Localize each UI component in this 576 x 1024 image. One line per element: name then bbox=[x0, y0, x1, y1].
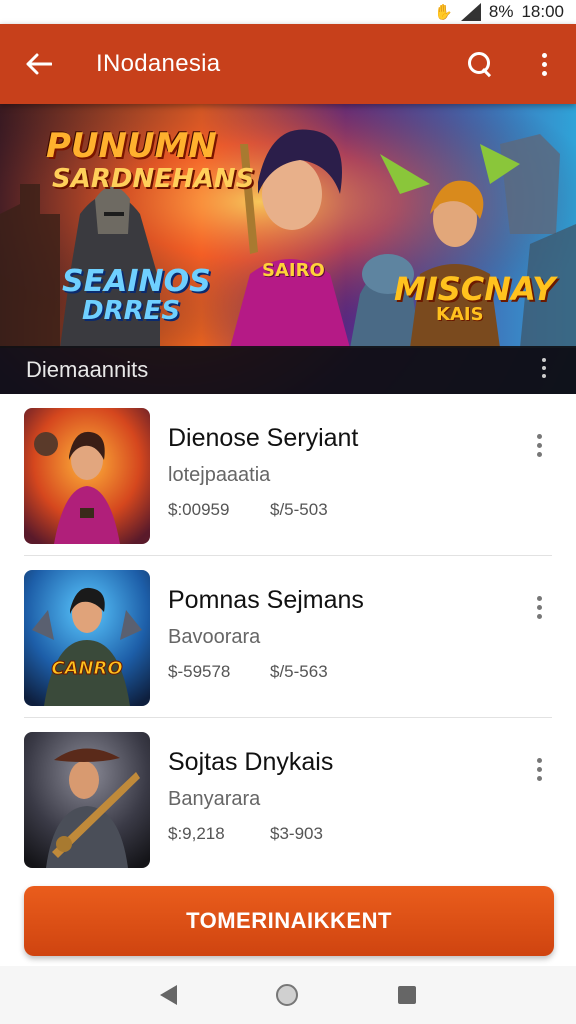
item-title: Pomnas Sejmans bbox=[168, 586, 364, 614]
back-arrow-icon[interactable] bbox=[0, 24, 78, 104]
item-price-secondary: $/5-563 bbox=[270, 662, 328, 681]
item-price-secondary: $/5-503 bbox=[270, 500, 328, 519]
banner-caption-bar: Diemaannits bbox=[0, 346, 576, 394]
item-subtitle: Bavoorara bbox=[168, 626, 261, 648]
game-thumbnail: CANRO bbox=[24, 570, 150, 706]
item-subtitle: Banyarara bbox=[168, 788, 261, 810]
search-icon bbox=[468, 52, 492, 76]
banner-art-text: SEAINOS bbox=[62, 264, 211, 299]
thumbnail-logo: CANRO bbox=[51, 658, 122, 679]
item-more-icon[interactable] bbox=[537, 596, 542, 619]
more-vert-icon bbox=[541, 52, 547, 76]
clock: 18:00 bbox=[521, 2, 564, 21]
game-thumbnail bbox=[24, 408, 150, 544]
banner-art-text: KAIS bbox=[436, 304, 484, 325]
item-title: Sojtas Dnykais bbox=[168, 748, 334, 776]
item-more-icon[interactable] bbox=[537, 758, 542, 781]
banner-art-text: DRRES bbox=[82, 296, 181, 326]
search-button[interactable] bbox=[448, 24, 512, 104]
nav-recents-icon[interactable] bbox=[398, 986, 417, 1004]
nav-home-icon[interactable] bbox=[276, 984, 299, 1006]
item-price-primary: $:9,218 bbox=[168, 824, 225, 843]
notification-hand-icon: ✋ bbox=[434, 4, 453, 21]
item-subtitle: lotejpaaatia bbox=[168, 464, 271, 486]
banner-more-icon[interactable] bbox=[542, 358, 546, 378]
item-more-icon[interactable] bbox=[537, 434, 542, 457]
status-bar: ✋ 8% 18:00 bbox=[0, 0, 576, 24]
banner-art-text: SAIRO bbox=[262, 260, 325, 281]
item-title: Dienose Seryiant bbox=[168, 424, 359, 452]
banner-art-text: MISCNAY bbox=[394, 270, 556, 308]
nav-back-icon[interactable] bbox=[159, 985, 177, 1005]
featured-banner[interactable]: PUNUMN SARDNEHANS SEAINOS DRRES SAIRO MI… bbox=[0, 104, 576, 394]
list-item[interactable]: CANRO Pomnas Sejmans Bavoorara $-59578 $… bbox=[0, 556, 576, 718]
list-item[interactable]: Dienose Seryiant lotejpaaatia $:00959 $/… bbox=[0, 394, 576, 556]
banner-art-text: PUNUMN bbox=[46, 126, 217, 166]
game-thumbnail bbox=[24, 732, 150, 868]
banner-art-text: SARDNEHANS bbox=[52, 164, 255, 194]
system-nav-bar bbox=[0, 966, 576, 1024]
item-price-primary: $-59578 bbox=[168, 662, 231, 681]
item-price-primary: $:00959 bbox=[168, 500, 230, 519]
banner-caption: Diemaannits bbox=[26, 357, 149, 382]
primary-action-button[interactable]: TOMERINAIKKENT bbox=[24, 886, 554, 956]
app-bar: INodanesia bbox=[0, 24, 576, 104]
item-price-secondary: $3-903 bbox=[270, 824, 323, 843]
signal-icon bbox=[460, 3, 481, 21]
page-title: INodanesia bbox=[96, 50, 221, 77]
game-list: Dienose Seryiant lotejpaaatia $:00959 $/… bbox=[0, 394, 576, 880]
list-item[interactable]: Sojtas Dnykais Banyarara $:9,218 $3-903 bbox=[0, 718, 576, 880]
overflow-menu-button[interactable] bbox=[512, 24, 576, 104]
battery-level: 8% bbox=[488, 2, 514, 21]
